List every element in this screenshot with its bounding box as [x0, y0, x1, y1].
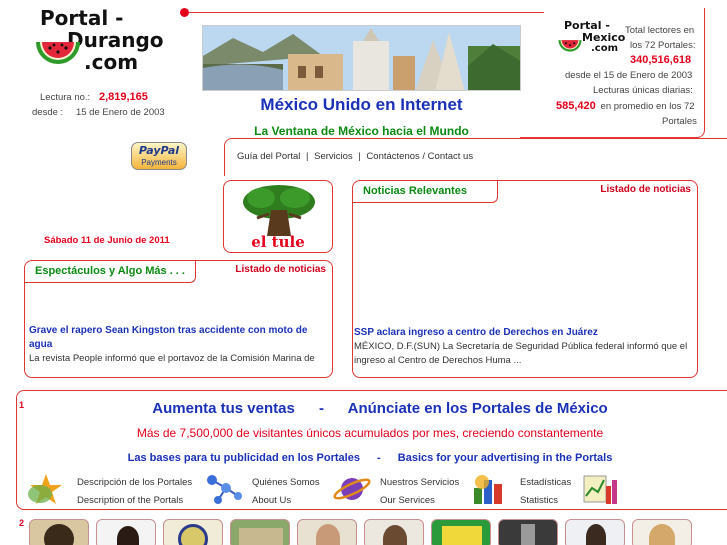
- ad-subtitle: Más de 7,500,000 de visitantes únicos ac…: [136, 426, 604, 440]
- el-tule-caption: el tule: [251, 233, 305, 251]
- bottom-number: 2: [19, 518, 25, 528]
- bar-chart-icon: [474, 475, 502, 504]
- stats-since: desde el 15 de Enero de 2003: [565, 70, 693, 81]
- watermelon-icon: [558, 40, 582, 52]
- ad-title-left[interactable]: Aumenta tus ventas: [152, 400, 295, 417]
- portal-durango-logo[interactable]: Portal - Durango .com: [34, 6, 164, 84]
- el-tule-box[interactable]: el tule: [223, 180, 333, 253]
- espectaculos-title: Espectáculos y Algo Más . . .: [25, 261, 196, 283]
- landscape-image: [203, 26, 520, 90]
- ad-title-separator: -: [319, 400, 324, 417]
- stats-unique-label: Lecturas únicas diarias:: [593, 85, 693, 96]
- read-counter-value: 2,819,165: [98, 91, 148, 103]
- thumbnail-10[interactable]: [632, 519, 692, 545]
- ad-number: 1: [19, 400, 25, 410]
- ad-link-descripcion[interactable]: Descripción de los Portales Description …: [77, 474, 192, 510]
- nav-menu: Guía del Portal | Servicios | Contácteno…: [237, 151, 473, 162]
- page-subheadline: La Ventana de México hacia el Mundo: [254, 124, 469, 138]
- ad-link-servicios-es[interactable]: Nuestros Servicios: [380, 474, 459, 492]
- stats-unique-suffix-2: Portales: [662, 116, 697, 127]
- report-chart-icon: [583, 475, 617, 504]
- noticias-panel: Noticias Relevantes Listado de noticias …: [352, 180, 698, 378]
- paypal-label: PayPal: [138, 144, 180, 157]
- stats-unique-value: 585,420: [556, 100, 596, 112]
- nav-servicios[interactable]: Servicios: [314, 151, 353, 162]
- nav-contactenos[interactable]: Contáctenos / Contact us: [366, 151, 473, 162]
- espectaculos-news-headline[interactable]: Grave el rapero Sean Kingston tras accid…: [29, 324, 325, 352]
- noticias-title: Noticias Relevantes: [353, 181, 498, 203]
- ad-link-descripcion-en[interactable]: Description of the Portals: [77, 492, 192, 510]
- ad-link-quienes-en[interactable]: About Us: [252, 492, 320, 510]
- thumbnail-3[interactable]: [163, 519, 223, 545]
- stats-total-label-2: los 72 Portales:: [630, 40, 696, 51]
- noticias-news-body: MÉXICO, D.F.(SUN) La Secretaría de Segur…: [354, 341, 688, 366]
- ad-link-servicios-en[interactable]: Our Services: [380, 492, 459, 510]
- noticias-news-headline[interactable]: SSP aclara ingreso a centro de Derechos …: [354, 326, 694, 340]
- nav-separator: |: [306, 151, 309, 162]
- noticias-list-link[interactable]: Listado de noticias: [600, 184, 691, 195]
- ad-bases: Las bases para tu publicidad en los Port…: [60, 452, 680, 464]
- ad-bases-separator: -: [377, 452, 381, 464]
- stats-unique-suffix: en promedio en los 72: [600, 101, 695, 112]
- paypal-button[interactable]: PayPal Payments: [131, 142, 187, 170]
- ad-link-quienes-es[interactable]: Quiénes Somos: [252, 474, 320, 492]
- watermelon-icon: [36, 42, 80, 64]
- nav-separator: |: [358, 151, 361, 162]
- planet-icon: [333, 478, 371, 500]
- thumbnail-2[interactable]: [96, 519, 156, 545]
- banner-photo: [202, 25, 521, 91]
- molecule-icon: [207, 475, 242, 504]
- thumbnail-1[interactable]: [29, 519, 89, 545]
- stats-unique-row: 585,420 en promedio en los 72: [556, 100, 695, 112]
- thumbnail-7[interactable]: [431, 519, 491, 545]
- paypal-sublabel: Payments: [141, 158, 177, 167]
- espectaculos-list-link[interactable]: Listado de noticias: [235, 264, 326, 275]
- read-since-label: desde :: [32, 107, 64, 118]
- current-date: Sábado 11 de Junio de 2011: [44, 235, 170, 246]
- star-icon: [28, 474, 62, 504]
- thumbnail-4[interactable]: [230, 519, 290, 545]
- thumbnail-6[interactable]: [364, 519, 424, 545]
- mexico-logo-line2: Mexico: [582, 31, 626, 44]
- thumbnail-5[interactable]: [297, 519, 357, 545]
- mexico-logo-line3: .com: [591, 43, 619, 54]
- page-headline: México Unido en Internet: [260, 95, 463, 114]
- noticias-news-item[interactable]: SSP aclara ingreso a centro de Derechos …: [354, 326, 694, 368]
- espectaculos-news-item[interactable]: Grave el rapero Sean Kingston tras accid…: [29, 324, 325, 366]
- read-since-value: 15 de Enero de 2003: [75, 107, 165, 118]
- ad-link-quienes[interactable]: Quiénes Somos About Us: [252, 474, 320, 510]
- nav-guia[interactable]: Guía del Portal: [237, 151, 300, 162]
- read-counter-label: Lectura no.:: [40, 92, 91, 103]
- ad-title: Aumenta tus ventas - Anúnciate en los Po…: [100, 400, 660, 417]
- header-rule: [184, 12, 544, 13]
- ad-link-estadisticas-en[interactable]: Statistics: [520, 492, 571, 510]
- read-counter: Lectura no.: 2,819,165: [40, 91, 180, 103]
- portal-mexico-logo[interactable]: Portal - Mexico .com: [556, 19, 625, 64]
- thumbnail-8[interactable]: [498, 519, 558, 545]
- mexico-logo-line1: Portal -: [564, 19, 610, 32]
- thumbnail-9[interactable]: [565, 519, 625, 545]
- read-since: desde : 15 de Enero de 2003: [32, 107, 182, 118]
- logo-line1: Portal -: [40, 6, 124, 30]
- header-rule-dot: [180, 8, 189, 17]
- ad-link-servicios[interactable]: Nuestros Servicios Our Services: [380, 474, 459, 510]
- espectaculos-news-body: La revista People informó que el portavo…: [29, 353, 315, 364]
- ad-title-right[interactable]: Anúnciate en los Portales de México: [348, 400, 608, 417]
- ad-link-estadisticas-es[interactable]: Estadísticas: [520, 474, 571, 492]
- ad-link-estadisticas[interactable]: Estadísticas Statistics: [520, 474, 571, 510]
- ad-bases-es[interactable]: Las bases para tu publicidad en los Port…: [128, 452, 360, 464]
- ad-bases-en[interactable]: Basics for your advertising in the Porta…: [398, 452, 613, 464]
- tree-icon: [243, 185, 315, 236]
- stats-total-value: 340,516,618: [630, 54, 692, 66]
- stats-total-label-1: Total lectores en: [625, 25, 695, 36]
- espectaculos-panel: Espectáculos y Algo Más . . . Listado de…: [24, 260, 333, 378]
- logo-line3: .com: [84, 50, 139, 74]
- ad-link-descripcion-es[interactable]: Descripción de los Portales: [77, 474, 192, 492]
